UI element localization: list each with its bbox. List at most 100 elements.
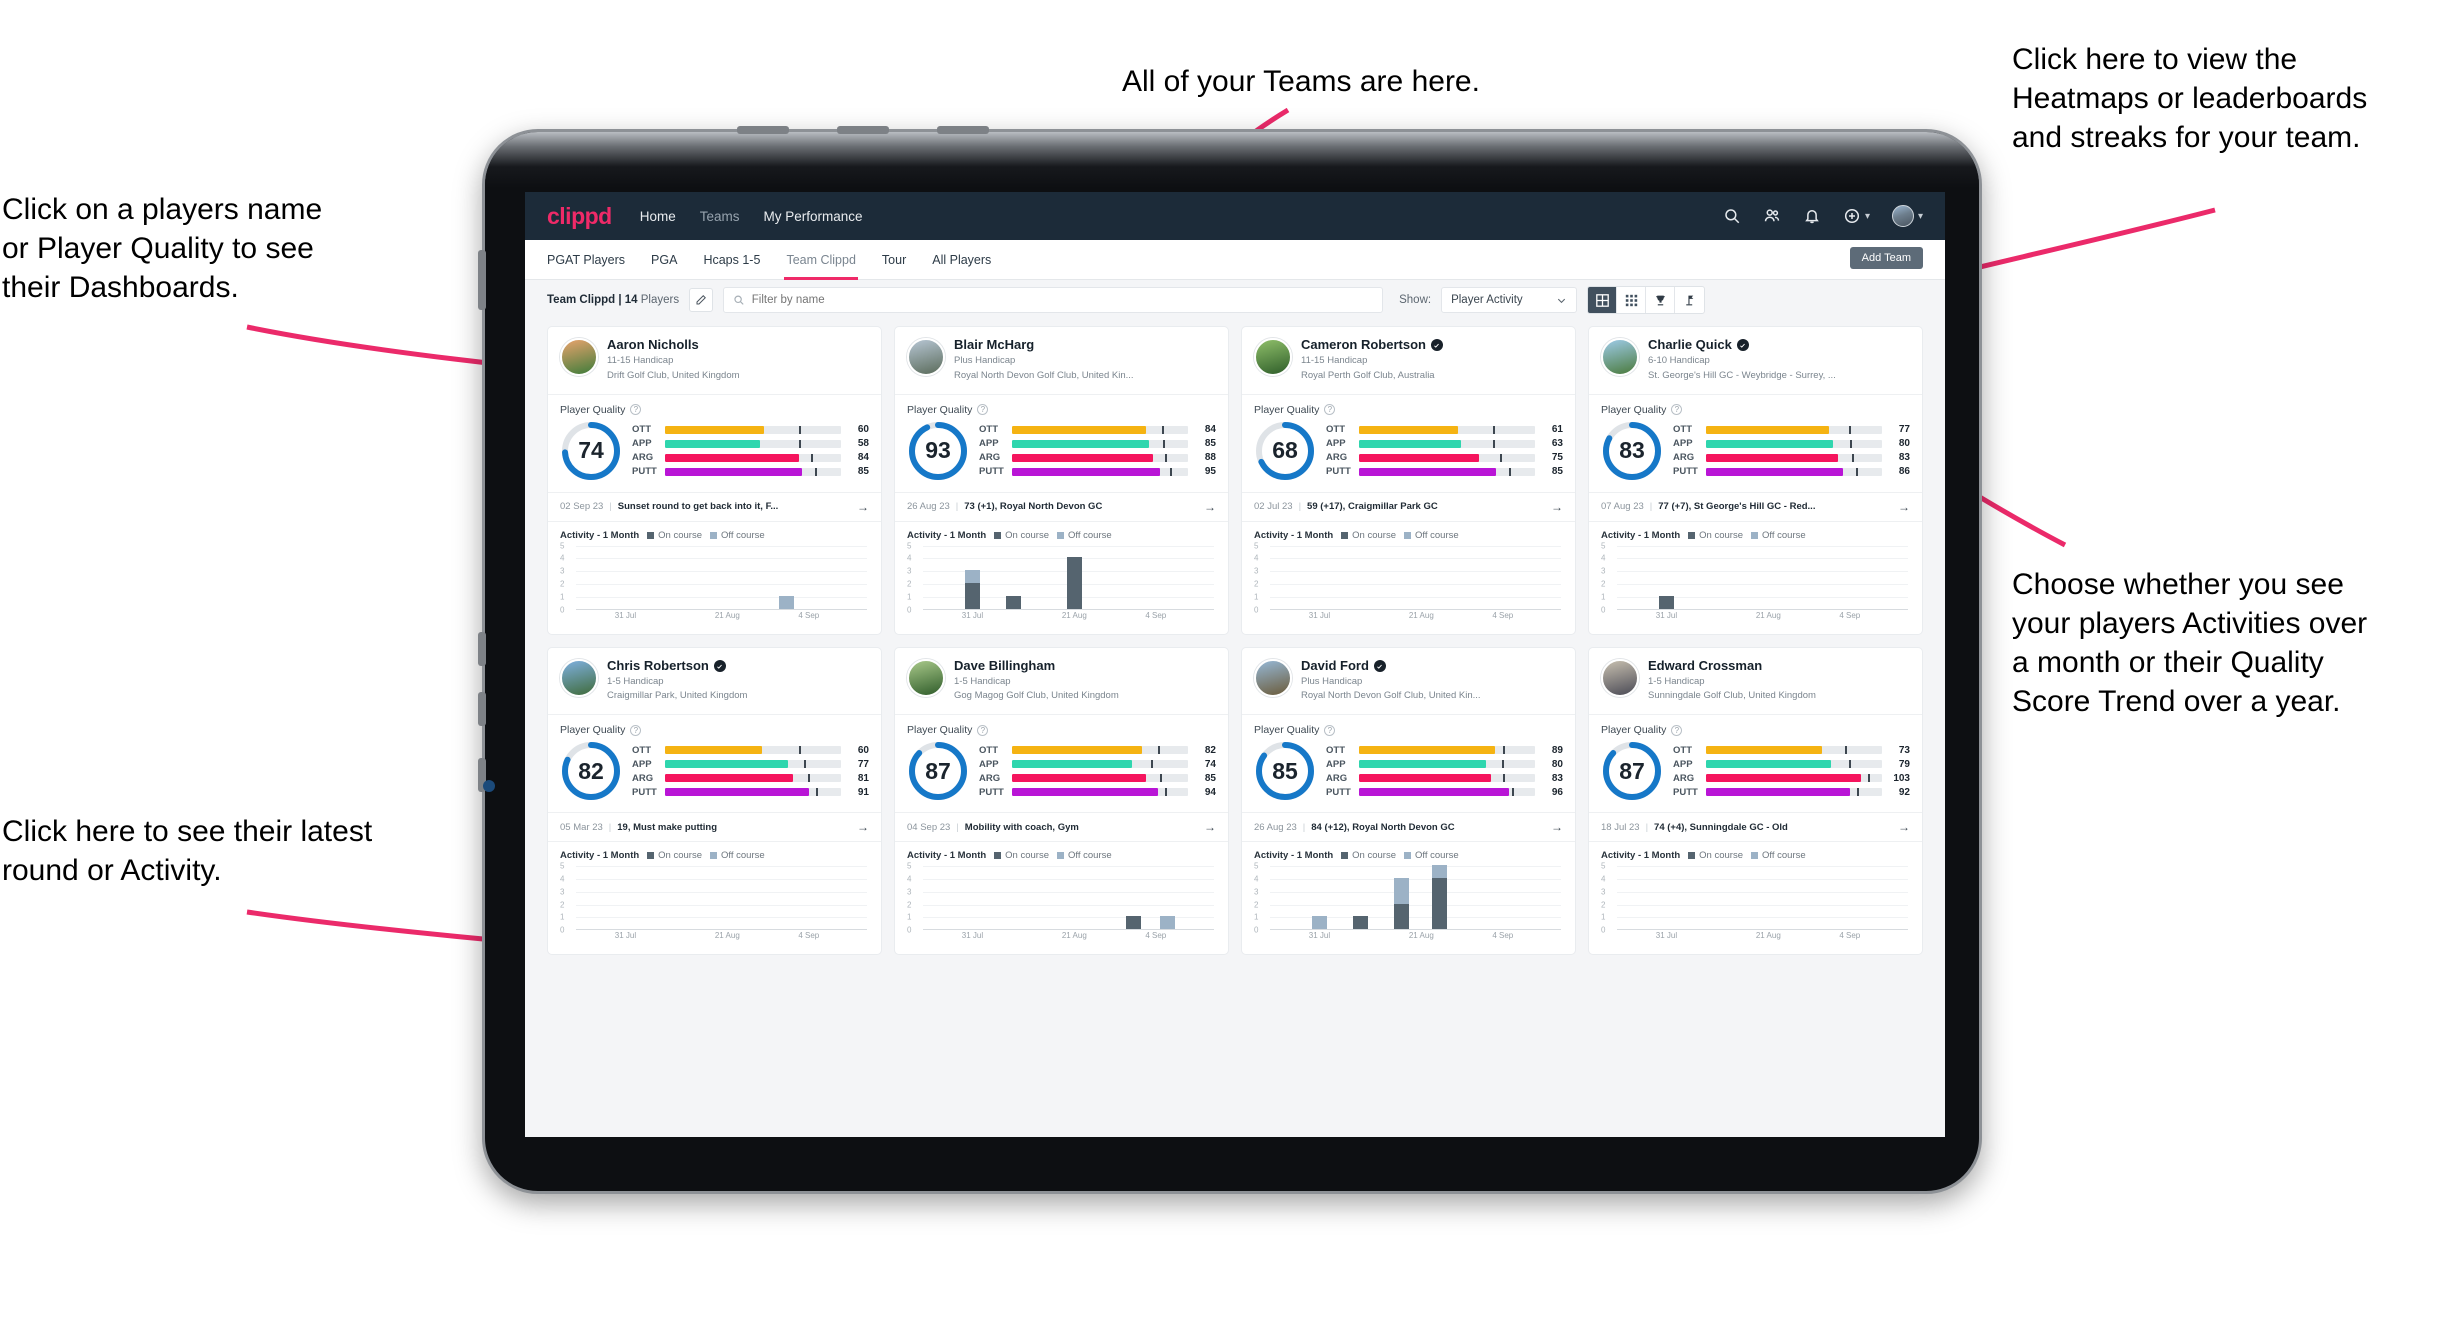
latest-round-row[interactable]: 05 Mar 23 | 19, Must make putting → — [548, 813, 881, 843]
player-quality-label: Player Quality? — [1254, 724, 1563, 736]
player-card-header[interactable]: David Ford Plus Handicap Royal North Devon… — [1242, 648, 1575, 716]
player-card-header[interactable]: Aaron Nicholls 11-15 Handicap Drift Golf C… — [548, 327, 881, 395]
help-icon[interactable]: ? — [1671, 724, 1683, 736]
arrow-right-icon[interactable]: → — [857, 820, 869, 834]
player-club: Royal North Devon Golf Club, United Kin.… — [954, 369, 1134, 381]
add-team-button[interactable]: Add Team — [1849, 247, 1923, 269]
help-icon[interactable]: ? — [1324, 724, 1336, 736]
player-quality-section[interactable]: Player Quality? 68 OTT 61 APP 63 ARG 75 PUTT 85 — [1242, 395, 1575, 493]
player-card-header[interactable]: Charlie Quick 6-10 Handicap St. George's H… — [1589, 327, 1922, 395]
latest-round-row[interactable]: 26 Aug 23 | 73 (+1), Royal North Devon GC → — [895, 493, 1228, 522]
tab-all-players[interactable]: All Players — [932, 240, 991, 280]
activity-bar — [965, 570, 981, 609]
tab-pgat-players[interactable]: PGAT Players — [547, 240, 625, 280]
legend-on-course-label: On course — [658, 529, 702, 541]
y-tick-label: 0 — [560, 605, 565, 615]
help-icon[interactable]: ? — [977, 404, 989, 416]
arrow-right-icon[interactable]: → — [1204, 820, 1216, 834]
arrow-right-icon[interactable]: → — [1898, 500, 1910, 514]
player-card-header[interactable]: Edward Crossman 1-5 Handicap Sunningdale G… — [1589, 648, 1922, 716]
latest-round-row[interactable]: 18 Jul 23 | 74 (+4), Sunningdale GC - Old → — [1589, 813, 1922, 843]
x-tick-label: 31 Jul — [614, 610, 637, 620]
show-select[interactable]: Player Activity — [1441, 287, 1578, 313]
player-card[interactable]: Chris Robertson 1-5 Handicap Craigmillar P… — [547, 646, 882, 956]
nav-link-home[interactable]: Home — [640, 209, 676, 224]
nav-link-my-performance[interactable]: My Performance — [764, 209, 863, 224]
y-tick-label: 1 — [907, 912, 912, 922]
player-name[interactable]: Chris Robertson — [607, 658, 747, 674]
help-icon[interactable]: ? — [977, 724, 989, 736]
tab-hcaps-1-5[interactable]: Hcaps 1-5 — [703, 240, 760, 280]
player-quality-section[interactable]: Player Quality? 87 OTT 82 APP 74 ARG 85 PUTT 94 — [895, 715, 1228, 814]
latest-round-row[interactable]: 26 Aug 23 | 84 (+12), Royal North Devon GC… — [1242, 813, 1575, 843]
latest-round-row[interactable]: 02 Sep 23 | Sunset round to get back into … — [548, 493, 881, 522]
player-name-text: Cameron Robertson — [1301, 337, 1426, 352]
player-quality-section[interactable]: Player Quality? 82 OTT 60 APP 77 ARG 81 PUTT 91 — [548, 715, 881, 814]
latest-round-row[interactable]: 02 Jul 23 | 59 (+17), Craigmillar Park GC → — [1242, 493, 1575, 522]
arrow-right-icon[interactable]: → — [1551, 820, 1563, 834]
tab-pga[interactable]: PGA — [651, 240, 677, 280]
people-icon[interactable] — [1763, 207, 1781, 225]
player-card[interactable]: David Ford Plus Handicap Royal North Devon… — [1241, 646, 1576, 956]
tab-tour[interactable]: Tour — [882, 240, 906, 280]
arrow-right-icon[interactable]: → — [1898, 820, 1910, 834]
player-card-header[interactable]: Chris Robertson 1-5 Handicap Craigmillar P… — [548, 648, 881, 716]
help-icon[interactable]: ? — [630, 724, 642, 736]
search-input[interactable] — [751, 294, 1374, 306]
grid-view-icon-button[interactable] — [1588, 287, 1618, 313]
player-name[interactable]: Aaron Nicholls — [607, 337, 740, 353]
player-card[interactable]: Cameron Robertson 11-15 Handicap Royal Per… — [1241, 326, 1576, 635]
clippd-logo[interactable]: clippd — [547, 203, 612, 230]
player-name[interactable]: David Ford — [1301, 658, 1481, 674]
activity-plot-area — [1270, 545, 1561, 610]
arrow-right-icon[interactable]: → — [857, 500, 869, 514]
avatar — [1254, 338, 1292, 376]
help-icon[interactable]: ? — [630, 404, 642, 416]
legend-swatch-on-course — [1688, 531, 1696, 539]
flag-view-icon-button[interactable] — [1675, 287, 1704, 313]
player-name[interactable]: Cameron Robertson — [1301, 337, 1443, 353]
search-icon[interactable] — [1723, 207, 1741, 225]
help-icon[interactable]: ? — [1324, 404, 1336, 416]
player-card[interactable]: Charlie Quick 6-10 Handicap St. George's H… — [1588, 326, 1923, 635]
player-quality-section[interactable]: Player Quality? 93 OTT 84 APP 85 ARG 88 PUTT 95 — [895, 395, 1228, 493]
player-card-header[interactable]: Blair McHarg Plus Handicap Royal North Dev… — [895, 327, 1228, 395]
nav-link-teams[interactable]: Teams — [700, 209, 740, 224]
dense-grid-view-icon-button[interactable] — [1617, 287, 1647, 313]
player-card[interactable]: Blair McHarg Plus Handicap Royal North Dev… — [894, 326, 1229, 635]
player-name[interactable]: Charlie Quick — [1648, 337, 1836, 353]
edit-team-button[interactable] — [689, 288, 714, 312]
player-quality-section[interactable]: Player Quality? 74 OTT 60 APP 58 ARG 84 PUTT 85 — [548, 395, 881, 493]
player-quality-section[interactable]: Player Quality? 85 OTT 89 APP 80 ARG 83 PUTT 96 — [1242, 715, 1575, 814]
player-card[interactable]: Edward Crossman 1-5 Handicap Sunningdale G… — [1588, 646, 1923, 956]
tab-team-clippd[interactable]: Team Clippd — [784, 240, 859, 280]
x-tick-label: 21 Aug — [714, 931, 740, 941]
quality-score: 87 — [925, 757, 951, 784]
player-card[interactable]: Aaron Nicholls 11-15 Handicap Drift Golf C… — [547, 326, 882, 635]
arrow-right-icon[interactable]: → — [1551, 500, 1563, 514]
plus-circle-menu[interactable]: ▾ — [1843, 207, 1870, 225]
player-name[interactable]: Dave Billingham — [954, 658, 1119, 674]
latest-round-row[interactable]: 04 Sep 23 | Mobility with coach, Gym → — [895, 813, 1228, 843]
player-quality-section[interactable]: Player Quality? 87 OTT 73 APP 79 ARG 103 PUTT 92 — [1589, 715, 1922, 814]
metric-bars: OTT 89 APP 80 ARG 83 PUTT 96 — [1326, 745, 1563, 798]
x-tick-label: 21 Aug — [1408, 610, 1434, 620]
y-tick-label: 4 — [907, 874, 912, 884]
player-name[interactable]: Blair McHarg — [954, 337, 1134, 353]
player-card-header[interactable]: Dave Billingham 1-5 Handicap Gog Magog Gol… — [895, 648, 1228, 716]
metric-value: 73 — [1898, 744, 1910, 756]
avatar — [1891, 205, 1914, 227]
help-icon[interactable]: ? — [1671, 404, 1683, 416]
account-menu[interactable]: ▾ — [1891, 205, 1923, 227]
latest-round-text: Sunset round to get back into it, F... — [617, 501, 779, 513]
player-name[interactable]: Edward Crossman — [1648, 658, 1816, 674]
player-card[interactable]: Dave Billingham 1-5 Handicap Gog Magog Gol… — [894, 646, 1229, 956]
bell-icon[interactable] — [1803, 207, 1821, 225]
trophy-view-icon-button[interactable] — [1646, 287, 1676, 313]
latest-round-row[interactable]: 07 Aug 23 | 77 (+7), St George's Hill GC -… — [1589, 493, 1922, 522]
metric-bar — [1012, 439, 1188, 448]
player-quality-section[interactable]: Player Quality? 83 OTT 77 APP 80 ARG 83 PUTT 86 — [1589, 395, 1922, 493]
arrow-right-icon[interactable]: → — [1204, 500, 1216, 514]
search-field-wrapper[interactable] — [723, 287, 1384, 313]
player-card-header[interactable]: Cameron Robertson 11-15 Handicap Royal Per… — [1242, 327, 1575, 395]
